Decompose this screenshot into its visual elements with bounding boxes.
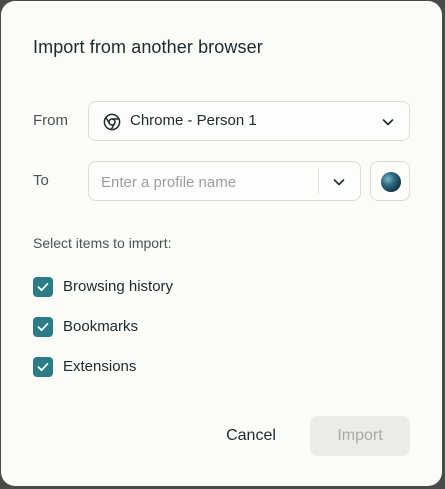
- checkmark-icon: [37, 322, 49, 332]
- browsing-history-checkbox[interactable]: [33, 277, 53, 297]
- cancel-button[interactable]: Cancel: [207, 416, 295, 456]
- from-browser-select[interactable]: Chrome - Person 1: [88, 101, 410, 141]
- to-label: To: [33, 172, 49, 189]
- select-items-heading: Select items to import:: [33, 235, 172, 251]
- from-browser-value: Chrome - Person 1: [130, 112, 257, 129]
- bookmarks-checkbox[interactable]: [33, 317, 53, 337]
- chrome-icon: [103, 113, 121, 131]
- chevron-down-icon[interactable]: [332, 175, 346, 189]
- to-profile-combobox: [88, 161, 361, 201]
- extensions-label: Extensions: [63, 358, 137, 375]
- checkmark-icon: [37, 362, 49, 372]
- import-dialog: Import from another browser From Chrome …: [1, 1, 442, 486]
- profile-name-input[interactable]: [101, 171, 313, 193]
- browsing-history-label: Browsing history: [63, 278, 174, 295]
- extensions-checkbox[interactable]: [33, 357, 53, 377]
- profile-avatar-button[interactable]: [370, 161, 410, 201]
- chevron-down-icon: [382, 119, 394, 126]
- dialog-title: Import from another browser: [33, 37, 263, 57]
- bookmarks-label: Bookmarks: [63, 318, 139, 335]
- profile-avatar-icon: [381, 172, 401, 192]
- checkmark-icon: [37, 282, 49, 292]
- import-button[interactable]: Import: [310, 416, 410, 456]
- from-label: From: [33, 112, 68, 129]
- combobox-divider: [318, 168, 319, 194]
